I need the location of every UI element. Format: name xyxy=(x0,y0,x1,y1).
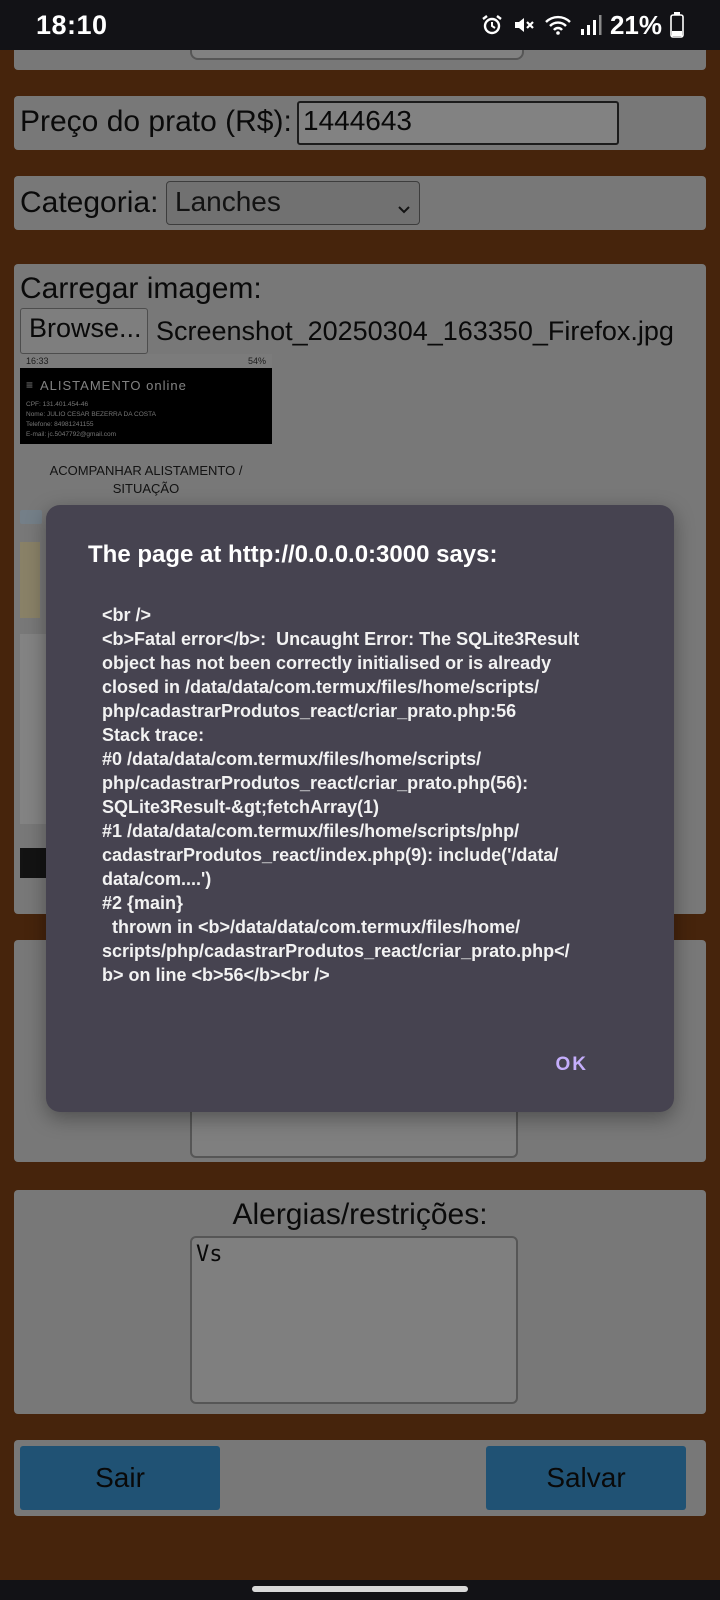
navigation-bar xyxy=(0,1580,720,1600)
signal-icon xyxy=(580,13,602,37)
alarm-icon xyxy=(480,13,504,37)
dialog-title: The page at http://0.0.0.0:3000 says: xyxy=(88,541,498,568)
wifi-icon xyxy=(544,13,572,37)
battery-percent: 21% xyxy=(609,9,662,40)
status-time: 18:10 xyxy=(36,9,108,40)
home-gesture-handle[interactable] xyxy=(252,1586,468,1592)
battery-icon xyxy=(670,12,684,38)
mute-icon xyxy=(512,13,536,37)
alert-dialog: The page at http://0.0.0.0:3000 says: <b… xyxy=(46,505,674,1112)
ok-button[interactable]: OK xyxy=(556,1054,589,1076)
status-bar: 18:10 21% xyxy=(0,0,720,50)
status-icons: 21% xyxy=(480,10,684,41)
dialog-message: <br /> <b>Fatal error</b>: Uncaught Erro… xyxy=(102,605,580,985)
